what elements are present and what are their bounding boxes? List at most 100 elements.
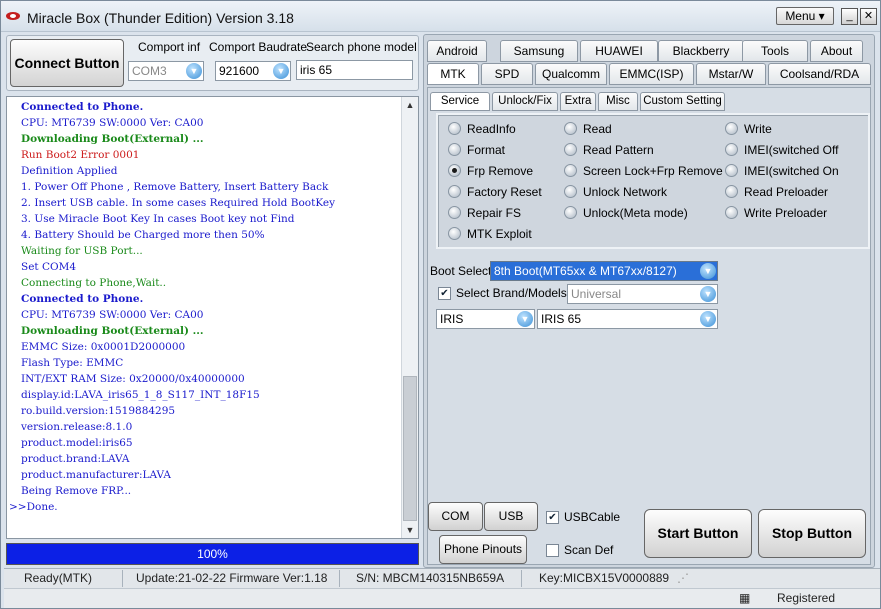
model-select[interactable]: IRIS 65 ▼ bbox=[537, 309, 718, 329]
subtab-service[interactable]: Service bbox=[430, 92, 490, 111]
tab-about[interactable]: About bbox=[810, 40, 863, 62]
tab-samsung[interactable]: Samsung bbox=[500, 40, 578, 62]
option-label: Unlock(Meta mode) bbox=[583, 206, 688, 220]
start-button[interactable]: Start Button bbox=[644, 509, 752, 558]
radio-icon bbox=[564, 122, 577, 135]
window-title: Miracle Box (Thunder Edition) Version 3.… bbox=[27, 10, 294, 26]
usb-cable-checkbox[interactable]: ✔ bbox=[546, 511, 559, 524]
option-read-preloader[interactable]: Read Preloader bbox=[725, 184, 828, 200]
option-unlock-meta-mode[interactable]: Unlock(Meta mode) bbox=[564, 205, 688, 221]
option-readinfo[interactable]: ReadInfo bbox=[448, 121, 516, 137]
tab-spd[interactable]: SPD bbox=[481, 63, 533, 85]
option-label: Repair FS bbox=[467, 206, 522, 220]
universal-select[interactable]: Universal ▼ bbox=[567, 284, 718, 304]
option-frp-remove[interactable]: Frp Remove bbox=[448, 163, 533, 179]
menu-button[interactable]: Menu ▾ bbox=[776, 7, 834, 25]
baudrate-select[interactable]: 921600 ▼ bbox=[215, 61, 291, 81]
status-bar: Ready(MTK) Update:21-02-22 Firmware Ver:… bbox=[4, 568, 880, 588]
option-imei-switched-on[interactable]: IMEI(switched On bbox=[725, 163, 839, 179]
log-line: Connecting to Phone,Wait.. bbox=[21, 277, 167, 289]
option-read-pattern[interactable]: Read Pattern bbox=[564, 142, 654, 158]
option-factory-reset[interactable]: Factory Reset bbox=[448, 184, 542, 200]
log-line: Waiting for USB Port... bbox=[21, 245, 143, 257]
radio-icon bbox=[448, 185, 461, 198]
connect-button[interactable]: Connect Button bbox=[10, 39, 124, 87]
close-button[interactable]: ✕ bbox=[860, 8, 877, 25]
dropdown-arrow-icon: ▼ bbox=[517, 311, 533, 327]
log-line: Definition Applied bbox=[21, 165, 118, 177]
option-mtk-exploit[interactable]: MTK Exploit bbox=[448, 226, 532, 242]
option-label: Read Preloader bbox=[744, 185, 829, 199]
log-line: product.manufacturer:LAVA bbox=[21, 469, 172, 481]
subtab-unlock-fix[interactable]: Unlock/Fix bbox=[492, 92, 558, 111]
brand-models-label: Select Brand/Models bbox=[456, 286, 567, 300]
option-write[interactable]: Write bbox=[725, 121, 772, 137]
option-screen-lock-frp-remove[interactable]: Screen Lock+Frp Remove bbox=[564, 163, 723, 179]
option-write-preloader[interactable]: Write Preloader bbox=[725, 205, 827, 221]
radio-icon bbox=[448, 143, 461, 156]
usb-scan-button[interactable]: USB Scan bbox=[484, 502, 538, 550]
option-label: IMEI(switched On bbox=[744, 164, 839, 178]
dropdown-arrow-icon: ▼ bbox=[273, 63, 289, 79]
comport-select[interactable]: COM3 ▼ bbox=[128, 61, 204, 81]
option-label: Format bbox=[467, 143, 506, 157]
scan-def-checkbox[interactable] bbox=[546, 544, 559, 557]
option-label: MTK Exploit bbox=[467, 227, 532, 241]
log-output[interactable]: Connected to Phone. CPU: MT6739 SW:0000 V… bbox=[6, 96, 419, 539]
tab-huawei[interactable]: HUAWEI bbox=[580, 40, 658, 62]
scroll-thumb[interactable] bbox=[403, 376, 417, 521]
status-serial: S/N: MBCM140315NB659A bbox=[356, 571, 505, 585]
subtab-custom-setting[interactable]: Custom Setting bbox=[640, 92, 725, 111]
subtab-misc[interactable]: Misc bbox=[598, 92, 638, 111]
log-line: CPU: MT6739 SW:0000 Ver: CA00 bbox=[21, 117, 204, 129]
tab-coolsand-rda[interactable]: Coolsand/RDA bbox=[768, 63, 871, 85]
phone-pinouts-button[interactable]: Phone Pinouts bbox=[439, 535, 527, 564]
status-key: Key:MICBX15V00008897 bbox=[539, 571, 669, 585]
option-repair-fs[interactable]: Repair FS bbox=[448, 205, 521, 221]
stop-button[interactable]: Stop Button bbox=[758, 509, 866, 558]
option-read[interactable]: Read bbox=[564, 121, 612, 137]
radio-icon bbox=[448, 227, 461, 240]
tab-blackberry[interactable]: Blackberry bbox=[658, 40, 744, 62]
function-panel: Android Samsung HUAWEI Blackberry Tools About… bbox=[423, 34, 875, 568]
option-imei-switched-off[interactable]: IMEI(switched Off bbox=[725, 142, 838, 158]
log-line: Downloading Boot(External) ... bbox=[21, 133, 204, 145]
tab-emmc-isp[interactable]: EMMC(ISP) bbox=[609, 63, 694, 85]
log-line: Connected to Phone. bbox=[21, 101, 144, 113]
log-line: INT/EXT RAM Size: 0x20000/0x40000000 bbox=[21, 373, 245, 385]
log-lines: Connected to Phone. CPU: MT6739 SW:0000 V… bbox=[7, 99, 402, 515]
log-line: Run Boot2 Error 0001 bbox=[21, 149, 140, 161]
tab-mstar-w[interactable]: Mstar/W bbox=[696, 63, 766, 85]
tab-mtk[interactable]: MTK bbox=[427, 63, 479, 85]
scroll-up-icon[interactable]: ▲ bbox=[402, 97, 418, 113]
log-line: Flash Type: EMMC bbox=[21, 357, 124, 369]
tab-qualcomm[interactable]: Qualcomm bbox=[535, 63, 607, 85]
search-input[interactable]: iris 65 bbox=[296, 60, 413, 80]
log-line: product.brand:LAVA bbox=[21, 453, 130, 465]
minimize-button[interactable]: _ bbox=[841, 8, 858, 25]
radio-icon bbox=[448, 206, 461, 219]
usb-cable-label: USBCable bbox=[564, 510, 621, 524]
radio-icon bbox=[448, 164, 461, 177]
option-unlock-network[interactable]: Unlock Network bbox=[564, 184, 667, 200]
brand-select[interactable]: IRIS ▼ bbox=[436, 309, 535, 329]
subtab-extra[interactable]: Extra bbox=[560, 92, 596, 111]
scroll-down-icon[interactable]: ▼ bbox=[402, 522, 418, 538]
log-line: product.model:iris65 bbox=[21, 437, 133, 449]
tab-tools[interactable]: Tools bbox=[742, 40, 808, 62]
dropdown-arrow-icon: ▼ bbox=[700, 263, 716, 279]
option-format[interactable]: Format bbox=[448, 142, 505, 158]
option-label: Screen Lock+Frp Remove bbox=[583, 164, 723, 178]
com-scan-button[interactable]: COM Scan bbox=[428, 502, 483, 550]
dropdown-arrow-icon: ▼ bbox=[186, 63, 202, 79]
option-label: Read Pattern bbox=[583, 143, 654, 157]
brand-models-checkbox[interactable]: ✔ bbox=[438, 287, 451, 300]
connection-panel: Connect Button Comport inf COM3 ▼ Comport… bbox=[6, 35, 419, 91]
tab-android[interactable]: Android bbox=[427, 40, 487, 62]
option-label: IMEI(switched Off bbox=[744, 143, 839, 157]
log-line: Being Remove FRP... bbox=[21, 485, 132, 497]
radio-icon bbox=[725, 143, 738, 156]
option-label: Factory Reset bbox=[467, 185, 542, 199]
log-scrollbar[interactable]: ▲ ▼ bbox=[401, 97, 418, 538]
boot-select[interactable]: 8th Boot(MT65xx & MT67xx/8127) ▼ bbox=[490, 261, 718, 281]
